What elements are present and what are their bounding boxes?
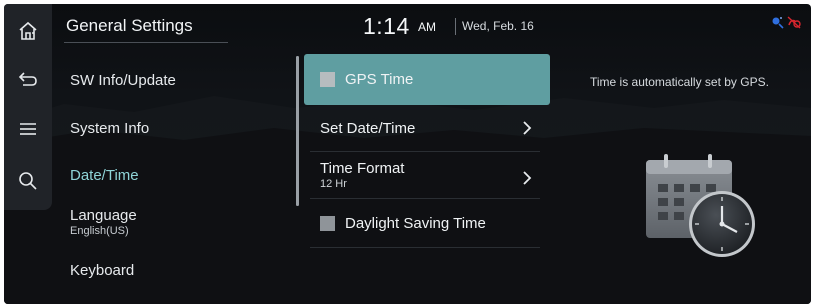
- scrollbar-thumb[interactable]: [296, 56, 299, 206]
- option-divider: [310, 198, 540, 199]
- gps-time-checkbox[interactable]: GPS Time: [304, 54, 550, 105]
- search-button[interactable]: [4, 158, 52, 204]
- menu-icon: [20, 123, 36, 135]
- menu-item-keyboard[interactable]: Keyboard: [70, 253, 290, 299]
- set-date-time-button[interactable]: Set Date/Time: [304, 105, 550, 151]
- menu-item-label: Language: [70, 207, 137, 224]
- menu-item-date-time[interactable]: Date/Time: [70, 157, 290, 203]
- option-label: Time Format: [320, 160, 405, 177]
- menu-item-label: System Info: [70, 120, 150, 137]
- status-icons: [771, 16, 801, 29]
- header-separator: [455, 18, 456, 35]
- menu-item-language[interactable]: Language English(US): [70, 204, 290, 250]
- home-icon: [19, 21, 37, 40]
- back-button[interactable]: [4, 56, 52, 102]
- checkbox-box: [320, 72, 335, 87]
- title-underline: [64, 42, 228, 43]
- chevron-right-icon: [523, 121, 532, 135]
- connection-off-icon: [787, 16, 801, 29]
- menu-item-label: Date/Time: [70, 167, 139, 184]
- menu-item-label: Keyboard: [70, 262, 135, 279]
- menu-item-sublabel: English(US): [70, 225, 129, 237]
- checkbox-box: [320, 216, 335, 231]
- home-button[interactable]: [4, 8, 52, 54]
- page-title: General Settings: [66, 16, 193, 35]
- menu-item-sw-info-update[interactable]: SW Info/Update: [70, 62, 290, 108]
- option-label: Daylight Saving Time: [345, 215, 486, 232]
- voice-assistant-icon: [772, 17, 784, 29]
- menu-item-label: SW Info/Update: [70, 72, 176, 89]
- menu-item-system-info[interactable]: System Info: [70, 110, 290, 156]
- calendar-clock-icon: [646, 154, 755, 257]
- option-label: GPS Time: [345, 71, 414, 88]
- clock-ampm: AM: [418, 20, 436, 34]
- clock-time: 1:14: [363, 13, 410, 39]
- back-icon: [18, 72, 37, 86]
- time-format-button[interactable]: Time Format 12 Hr: [304, 152, 550, 198]
- gps-info-text: Time is automatically set by GPS.: [590, 75, 769, 89]
- clock-date: Wed, Feb. 16: [462, 19, 534, 33]
- infotainment-screen: General Settings 1:14 AM Wed, Feb. 16 SW…: [4, 4, 811, 304]
- sidebar: [4, 4, 52, 210]
- daylight-saving-checkbox[interactable]: Daylight Saving Time: [304, 201, 550, 247]
- search-icon: [19, 172, 37, 190]
- chevron-right-icon: [523, 171, 532, 185]
- option-divider: [310, 247, 540, 248]
- option-label: Set Date/Time: [320, 120, 416, 137]
- option-sublabel: 12 Hr: [320, 178, 347, 190]
- menu-button[interactable]: [4, 106, 52, 152]
